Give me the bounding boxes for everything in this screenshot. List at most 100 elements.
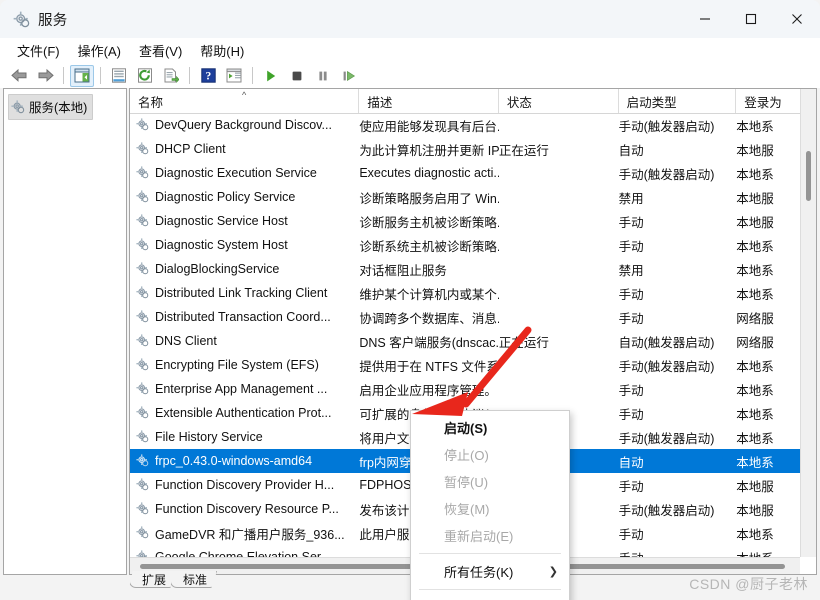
services-gear-icon [136, 334, 150, 348]
help-icon[interactable]: ? [196, 65, 220, 87]
service-name-cell: GameDVR 和广播用户服务_936... [130, 524, 359, 543]
tab-standard-label: 标准 [183, 573, 208, 587]
service-startup-type-cell: 禁用 [618, 191, 644, 206]
column-header-log-on-as-label: 登录为 [744, 95, 782, 110]
stop-service-icon[interactable] [285, 65, 309, 87]
table-row[interactable]: Diagnostic Policy Service 诊断策略服务启用了 Win..… [130, 185, 816, 209]
table-row[interactable]: Encrypting File System (EFS) 提供用于在 NTFS 文… [130, 353, 816, 377]
service-name-cell: Extensible Authentication Prot... [130, 406, 359, 420]
column-header-status-label: 状态 [506, 95, 532, 110]
service-name-label: Distributed Link Tracking Client [155, 286, 328, 300]
ctx-restart: 重新启动(E) [411, 522, 569, 549]
table-row[interactable]: DialogBlockingService 对话框阻止服务 禁用 本地系 [130, 257, 816, 281]
table-row[interactable]: Diagnostic Service Host 诊断服务主机被诊断策略... 手动本… [130, 209, 816, 233]
tab-extended-label: 扩展 [142, 573, 167, 587]
title-bar: 服务 [0, 0, 820, 39]
services-gear-icon [136, 406, 150, 420]
menu-view[interactable]: 查看(V) [130, 39, 191, 62]
start-service-icon[interactable] [259, 65, 283, 87]
ctx-all-tasks-label: 所有任务(K) [444, 565, 514, 580]
service-description-cell: 维护某个计算机内或某个... [359, 287, 499, 302]
service-description-cell: Executes diagnostic acti... [359, 166, 499, 180]
service-description-cell: 诊断服务主机被诊断策略... [359, 215, 499, 230]
properties-icon[interactable] [107, 65, 131, 87]
service-startup-type-cell: 手动 [618, 239, 644, 254]
service-name-label: Diagnostic Service Host [155, 214, 288, 228]
table-row[interactable]: Diagnostic Execution Service Executes dia… [130, 161, 816, 185]
service-name-label: Diagnostic Policy Service [155, 190, 296, 204]
service-name-label: Extensible Authentication Prot... [155, 406, 332, 420]
refresh-icon[interactable] [133, 65, 157, 87]
service-startup-type-cell: 手动 [618, 287, 644, 302]
back-icon[interactable] [7, 65, 31, 87]
service-name-cell: Diagnostic Service Host [130, 214, 359, 228]
services-gear-icon [11, 99, 25, 114]
close-button[interactable] [774, 0, 820, 38]
menu-file[interactable]: 文件(F) [8, 39, 69, 62]
services-gear-icon [136, 142, 150, 156]
service-startup-type-cell: 自动 [618, 143, 644, 158]
ctx-start[interactable]: 启动(S) [411, 414, 569, 441]
menu-help[interactable]: 帮助(H) [191, 39, 253, 62]
pause-service-icon[interactable] [311, 65, 335, 87]
service-name-cell: Function Discovery Provider H... [130, 478, 359, 492]
tab-standard[interactable]: 标准 [170, 571, 218, 588]
service-status-cell: 正在运行 [498, 335, 549, 350]
service-startup-type-cell: 手动 [618, 215, 644, 230]
table-row[interactable]: Distributed Transaction Coord... 协调跨多个数据库… [130, 305, 816, 329]
service-startup-type-cell: 手动(触发器启动) [618, 359, 715, 374]
table-row[interactable]: DHCP Client 为此计算机注册并更新 IP ... 正在运行 自动 本地服 [130, 137, 816, 161]
service-name-label: GameDVR 和广播用户服务_936... [155, 527, 345, 542]
toolbar-separator [100, 67, 101, 84]
service-name-label: Function Discovery Provider H... [155, 478, 335, 492]
column-header-status[interactable]: 状态 [499, 89, 619, 113]
ctx-stop-label: 停止(O) [444, 448, 489, 463]
service-description-cell: 协调跨多个数据库、消息... [359, 311, 499, 326]
services-gear-icon [136, 262, 150, 276]
services-window: 服务 文件(F) 操作(A) 查看(V) 帮助(H) ? 服务(本地) 名称 ^… [0, 0, 820, 600]
chevron-right-icon: ❯ [548, 566, 558, 578]
tree-node-label: 服务(本地) [29, 101, 88, 115]
column-header-name[interactable]: 名称 ^ [130, 89, 360, 113]
table-row[interactable]: DNS Client DNS 客户端服务(dnscac... 正在运行 自动(触发器启… [130, 329, 816, 353]
service-description-cell: 提供用于在 NTFS 文件系... [359, 359, 499, 374]
table-row[interactable]: DevQuery Background Discov... 使应用能够发现具有后台… [130, 113, 816, 137]
service-startup-type-cell: 手动 [618, 407, 644, 422]
table-row[interactable]: Enterprise App Management ... 启用企业应用程序管理。… [130, 377, 816, 401]
column-header-name-label: 名称 [138, 95, 164, 110]
column-header-description-label: 描述 [367, 95, 393, 110]
vertical-scrollbar-thumb[interactable] [806, 151, 811, 201]
table-row[interactable]: Distributed Link Tracking Client 维护某个计算机内… [130, 281, 816, 305]
table-row[interactable]: Diagnostic System Host 诊断系统主机被诊断策略... 手动 本地… [130, 233, 816, 257]
restart-service-icon[interactable] [337, 65, 361, 87]
tree-node-services-local[interactable]: 服务(本地) [8, 94, 94, 120]
console-view-icon[interactable] [222, 65, 246, 87]
show-hide-tree-icon[interactable] [70, 64, 94, 87]
service-startup-type-cell: 禁用 [618, 263, 644, 278]
services-gear-icon [136, 502, 150, 516]
watermark: CSDN @厨子老林 [689, 576, 808, 592]
minimize-button[interactable] [682, 0, 728, 38]
services-gear-icon [136, 214, 150, 228]
console-tree-pane: 服务(本地) [3, 88, 127, 575]
ctx-refresh[interactable]: 刷新(F) [411, 594, 569, 600]
service-startup-type-cell: 手动(触发器启动) [618, 431, 715, 446]
column-header-description[interactable]: 描述 [359, 89, 499, 113]
service-description-cell: 诊断系统主机被诊断策略... [359, 239, 499, 254]
service-description-cell: 对话框阻止服务 [359, 263, 447, 278]
ctx-all-tasks[interactable]: 所有任务(K) ❯ [411, 558, 569, 585]
sort-ascending-icon: ^ [242, 90, 247, 100]
service-name-cell: File History Service [130, 430, 359, 444]
service-name-label: DHCP Client [155, 142, 226, 156]
ctx-pause-label: 暂停(U) [444, 475, 489, 490]
maximize-button[interactable] [728, 0, 774, 38]
export-list-icon[interactable] [159, 65, 183, 87]
menu-action[interactable]: 操作(A) [69, 39, 130, 62]
service-name-cell: DHCP Client [130, 142, 359, 156]
ctx-restart-label: 重新启动(E) [444, 529, 514, 544]
service-name-cell: Enterprise App Management ... [130, 382, 359, 396]
column-header-startup-type[interactable]: 启动类型 [619, 89, 737, 113]
forward-icon[interactable] [33, 65, 57, 87]
vertical-scrollbar[interactable] [800, 89, 816, 557]
tab-extended[interactable]: 扩展 [129, 571, 177, 588]
